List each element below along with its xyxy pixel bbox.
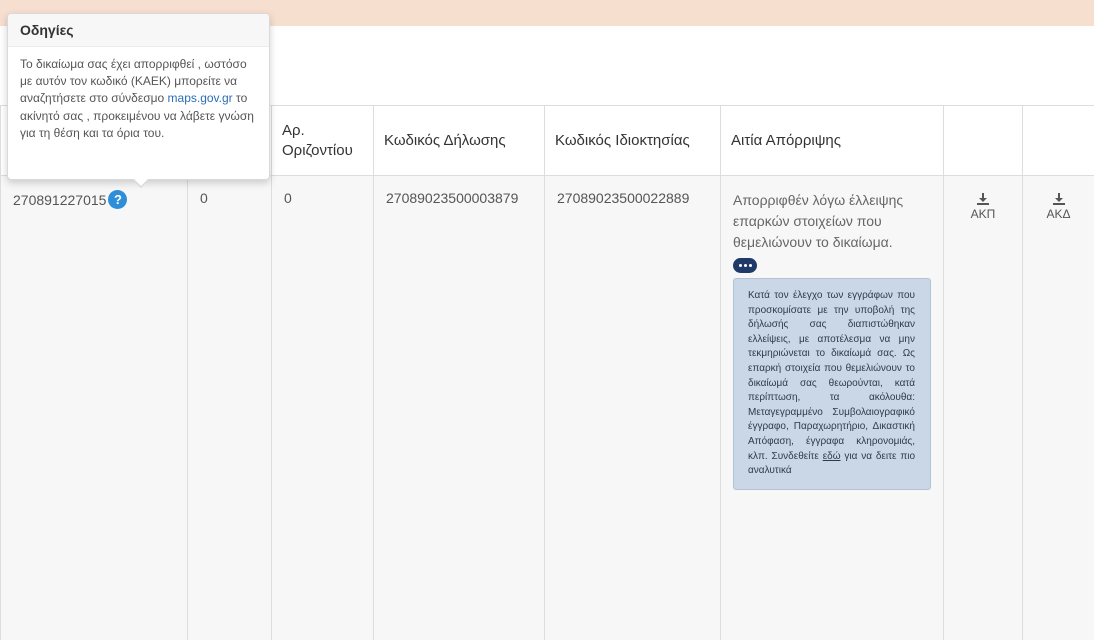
rejection-detail-box: Κατά τον έλεγχο των εγγράφων που προσκομ… — [733, 278, 931, 490]
ellipsis-icon[interactable] — [733, 258, 757, 273]
maps-link[interactable]: maps.gov.gr — [168, 91, 233, 105]
cell-rejection-reason: Απορριφθέν λόγω έλλειψης επαρκών στοιχεί… — [720, 175, 944, 640]
cell-download-1: ΑΚΠ — [943, 175, 1023, 640]
header-download-1 — [943, 105, 1023, 176]
detail-link[interactable]: εδώ — [823, 451, 841, 462]
cell-download-2: ΑΚΔ — [1022, 175, 1094, 640]
cell-horizontal-number: 0 — [271, 175, 374, 640]
results-table: Αρ. Οριζοντίου Κωδικός Δήλωσης Κωδικός Ι… — [0, 105, 1094, 640]
tooltip-title: Οδηγίες — [8, 14, 269, 47]
download-akd-button[interactable]: ΑΚΔ — [1035, 190, 1082, 221]
cell-declaration-code: 27089023500003879 — [373, 175, 545, 640]
kaek-value: 270891227015 — [13, 191, 107, 208]
download-icon — [977, 193, 989, 205]
rejection-reason-text: Απορριφθέν λόγω έλλειψης επαρκών στοιχεί… — [733, 192, 904, 250]
header-declaration-code: Κωδικός Δήλωσης — [373, 105, 545, 176]
header-property-code: Κωδικός Ιδιοκτησίας — [544, 105, 721, 176]
header-rejection-reason: Αιτία Απόρριψης — [720, 105, 944, 176]
download-akd-label: ΑΚΔ — [1046, 207, 1071, 221]
download-akp-button[interactable]: ΑΚΠ — [956, 190, 1010, 221]
download-icon — [1052, 193, 1065, 205]
table-row: 270891227015 ? 0 0 27089023500003879 270… — [0, 175, 1094, 640]
header-download-2 — [1022, 105, 1094, 176]
detail-text-before: Κατά τον έλεγχο των εγγράφων που προσκομ… — [748, 290, 915, 462]
header-horizontal-number: Αρ. Οριζοντίου — [271, 105, 374, 176]
cell-kaek: 270891227015 ? — [0, 175, 188, 640]
cell-col2: 0 — [187, 175, 272, 640]
download-akp-label: ΑΚΠ — [970, 207, 996, 221]
tooltip-arrow — [132, 178, 150, 188]
cell-property-code: 27089023500022889 — [544, 175, 721, 640]
question-circle-icon[interactable]: ? — [108, 190, 128, 209]
instructions-tooltip: Οδηγίες Το δικαίωμα σας έχει απορριφθεί … — [7, 13, 270, 188]
tooltip-body: Το δικαίωμα σας έχει απορριφθεί , ωστόσο… — [8, 47, 269, 151]
